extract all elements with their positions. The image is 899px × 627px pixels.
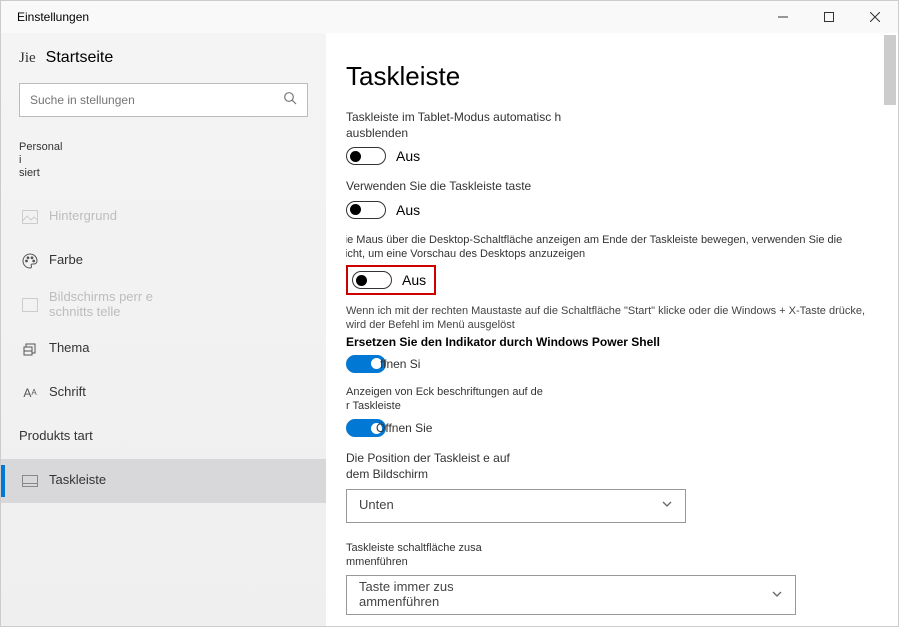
sidebar-home[interactable]: Jie Startseite (1, 49, 326, 67)
minimize-button[interactable] (760, 1, 806, 33)
select-value: Taste immer zus ammenführen (359, 580, 499, 610)
theme-icon (19, 341, 41, 357)
page-title: Taskleiste (346, 61, 878, 92)
lockscreen-icon (19, 298, 41, 312)
setting-badges-label: Anzeigen von Eck beschriftungen auf de r… (346, 385, 546, 414)
sidebar-item-background[interactable]: Hintergrund (1, 195, 326, 239)
sidebar-item-label: Hintergrund (49, 209, 117, 224)
toggle-switch[interactable] (346, 147, 386, 165)
setting-combine-label: Taskleiste schaltfläche zusa mmenführen (346, 541, 516, 570)
select-value: Unten (359, 498, 394, 513)
main-container: Jie Startseite Personal i siert Hintergr… (1, 33, 898, 626)
toggle-state: ffnen Si (380, 357, 420, 371)
toggle-state: Aus (402, 272, 426, 288)
setting-tabletmode-label: Taskleiste im Tablet-Modus automatisc h … (346, 110, 596, 141)
sidebar-item-taskbar[interactable]: Taskleiste (1, 459, 326, 503)
sidebar-item-label: Produkts tart (19, 429, 93, 444)
select-position[interactable]: Unten (346, 489, 686, 523)
sidebar-item-theme[interactable]: Thema (1, 327, 326, 371)
toggle-state: Aus (396, 202, 420, 218)
sidebar-nav: Hintergrund Farbe Bildschirms perr e sch… (1, 195, 326, 503)
content-pane: Taskleiste Taskleiste im Tablet-Modus au… (326, 33, 898, 626)
home-label: Startseite (46, 49, 114, 67)
picture-icon (19, 210, 41, 224)
toggle-powershell[interactable]: ffnen Si (346, 355, 878, 373)
sidebar-item-label: Farbe (49, 253, 83, 268)
search-input[interactable] (30, 93, 283, 107)
setting-peek-desc: Wenn Sie die Maus über die Desktop-Schal… (346, 233, 878, 262)
sidebar-item-start[interactable]: Produkts tart (1, 415, 326, 459)
setting-position-label: Die Position der Taskleist e auf dem Bil… (346, 451, 516, 482)
sidebar-item-label: Bildschirms perr e schnitts telle (49, 290, 159, 320)
search-input-wrap[interactable] (19, 83, 308, 117)
sidebar-item-label: Taskleiste (49, 473, 106, 488)
setting-powershell-label: Ersetzen Sie den Indikator durch Windows… (346, 335, 878, 349)
select-combine[interactable]: Taste immer zus ammenführen (346, 575, 796, 615)
chevron-down-icon (661, 498, 673, 513)
toggle-badges[interactable]: Öffnen Sie (346, 419, 878, 437)
window-title: Einstellungen (17, 10, 89, 24)
font-icon: AA (19, 386, 41, 400)
scrollbar-thumb[interactable] (884, 35, 896, 105)
close-button[interactable] (852, 1, 898, 33)
palette-icon (19, 253, 41, 269)
maximize-button[interactable] (806, 1, 852, 33)
home-icon: Jie (19, 50, 36, 67)
highlighted-toggle: Aus (346, 265, 436, 295)
toggle-usetaskbarbtn[interactable]: Aus (346, 201, 878, 219)
sidebar-item-label: Thema (49, 341, 89, 356)
taskbar-icon (19, 475, 41, 487)
chevron-down-icon (771, 588, 783, 603)
setting-rightclick-desc: Wenn ich mit der rechten Maustaste auf d… (346, 305, 878, 333)
sidebar-item-label: Schrift (49, 385, 86, 400)
sidebar-item-color[interactable]: Farbe (1, 239, 326, 283)
toggle-state: Öffnen Sie (376, 421, 432, 435)
sidebar-item-font[interactable]: AA Schrift (1, 371, 326, 415)
search-icon (283, 91, 297, 110)
toggle-switch[interactable] (346, 201, 386, 219)
toggle-tabletmode[interactable]: Aus (346, 147, 878, 165)
setting-usetaskbarbtn-label: Verwenden Sie die Taskleiste taste (346, 179, 746, 195)
titlebar: Einstellungen (1, 1, 898, 33)
sidebar: Jie Startseite Personal i siert Hintergr… (1, 33, 326, 626)
sidebar-section-label: Personal i siert (1, 141, 56, 181)
toggle-state: Aus (396, 148, 420, 164)
toggle-peek[interactable] (352, 271, 392, 289)
sidebar-item-lockscreen[interactable]: Bildschirms perr e schnitts telle (1, 283, 326, 327)
